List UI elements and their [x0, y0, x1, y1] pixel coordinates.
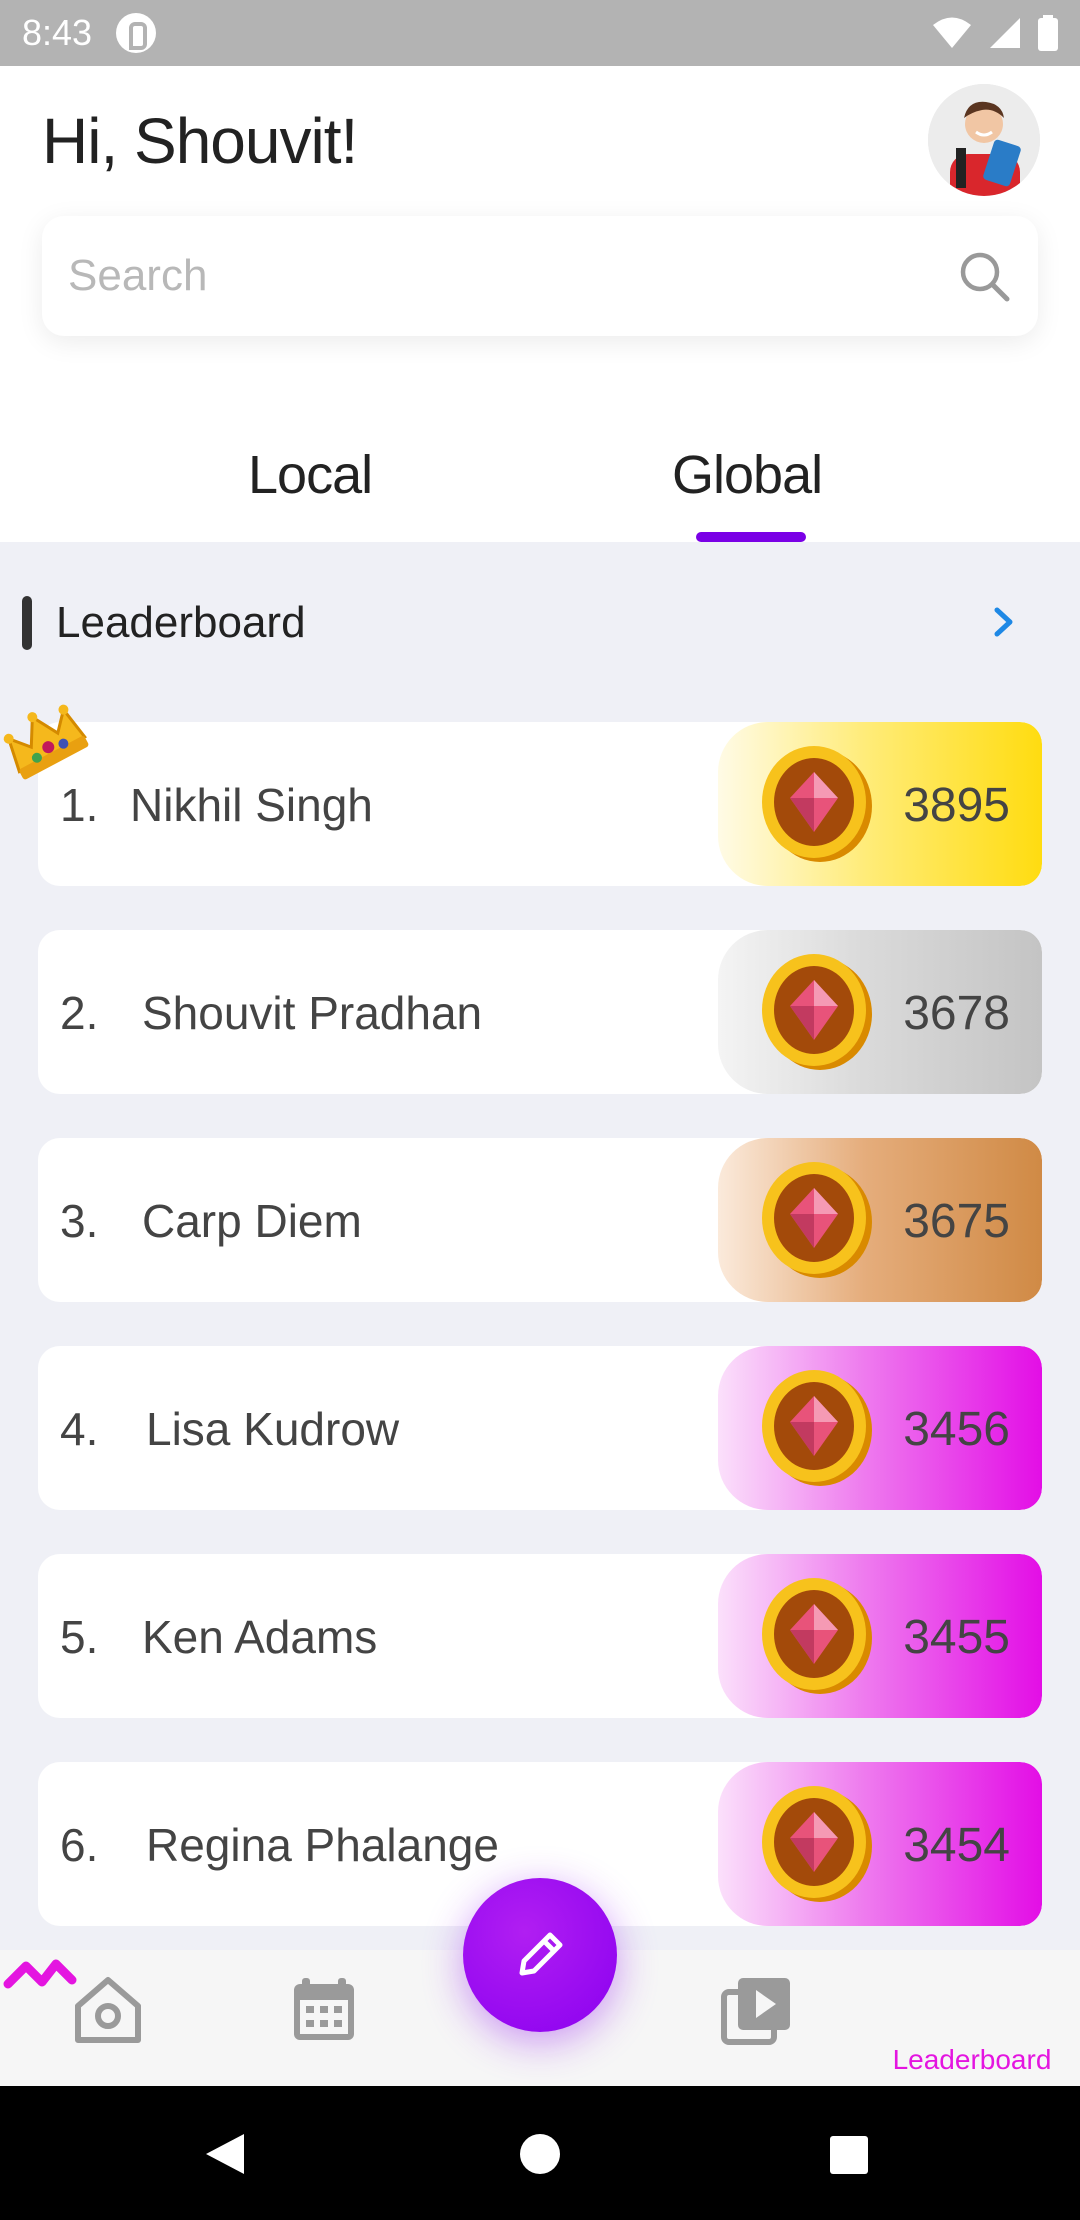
list-item[interactable]: 3. Carp Diem 3675 [38, 1138, 1042, 1302]
list-item[interactable]: 4. Lisa Kudrow 3456 [38, 1346, 1042, 1510]
header: Hi, Shouvit! [0, 66, 1080, 396]
player-name: Lisa Kudrow [146, 1403, 400, 1455]
home-button-icon[interactable] [520, 2134, 560, 2174]
edit-fab-button[interactable] [463, 1878, 617, 2032]
avatar-image [928, 84, 1040, 196]
score-badge: 3456 [718, 1346, 1042, 1510]
greeting-title: Hi, Shouvit! [42, 105, 358, 177]
score-value: 3675 [903, 1195, 1010, 1248]
back-icon[interactable] [202, 2130, 248, 2178]
tab-local[interactable]: Local [248, 444, 373, 506]
score-value: 3895 [903, 779, 1010, 832]
wifi-icon [933, 17, 971, 48]
rank-number: 5. [60, 1611, 99, 1663]
calendar-icon[interactable] [284, 1970, 364, 2050]
status-icons [932, 15, 1058, 51]
list-item[interactable]: 1. Nikhil Singh 3895 [38, 722, 1042, 886]
battery-icon [1038, 15, 1058, 51]
rank-number: 1. [60, 779, 99, 831]
player-name: Nikhil Singh [130, 779, 373, 831]
gem-coin-icon [762, 1162, 872, 1278]
score-value: 3678 [903, 987, 1010, 1040]
list-item[interactable]: 2. Shouvit Pradhan 3678 [38, 930, 1042, 1094]
search-icon[interactable] [956, 248, 1012, 304]
gem-coin-icon [762, 1578, 872, 1694]
tab-active-indicator [696, 532, 806, 542]
rank-number: 2. [60, 987, 99, 1039]
video-library-icon[interactable] [716, 1970, 796, 2050]
gem-coin-icon [762, 1370, 872, 1486]
rank-number: 3. [60, 1195, 99, 1247]
search-bar [42, 216, 1038, 336]
crown-icon [3, 704, 89, 780]
chevron-right-icon[interactable] [988, 600, 1022, 644]
signal-icon [990, 18, 1020, 48]
score-value: 3454 [903, 1819, 1010, 1872]
section-accent-bar [22, 596, 32, 650]
gem-coin-icon [762, 746, 872, 862]
section-title: Leaderboard [56, 598, 306, 647]
home-icon[interactable] [68, 1970, 148, 2050]
list-item[interactable]: 5. Ken Adams 3455 [38, 1554, 1042, 1718]
section-header: Leaderboard [0, 582, 1080, 662]
gem-coin-icon [762, 1786, 872, 1902]
score-badge: 3895 [718, 722, 1042, 886]
score-badge: 3454 [718, 1762, 1042, 1926]
search-input[interactable] [68, 246, 918, 306]
score-badge: 3455 [718, 1554, 1042, 1718]
score-value: 3455 [903, 1611, 1010, 1664]
player-name: Shouvit Pradhan [142, 987, 483, 1039]
tab-global[interactable]: Global [672, 444, 823, 506]
score-badge: 3675 [718, 1138, 1042, 1302]
rank-number: 4. [60, 1403, 99, 1455]
status-bar: 8:43 [0, 0, 1080, 66]
score-badge: 3678 [718, 930, 1042, 1094]
nav-label-leaderboard[interactable]: Leaderboard [884, 2044, 1060, 2076]
status-time: 8:43 [22, 12, 93, 53]
player-name: Regina Phalange [146, 1819, 499, 1871]
player-name: Ken Adams [142, 1611, 378, 1663]
pencil-icon [519, 1932, 563, 1976]
gem-coin-icon [762, 954, 872, 1070]
app-notification-icon [116, 13, 157, 53]
tab-bar: Local Global [0, 396, 1080, 542]
recents-icon[interactable] [830, 2136, 868, 2174]
avatar[interactable] [928, 84, 1040, 196]
player-name: Carp Diem [142, 1195, 362, 1247]
system-navigation-bar [0, 2086, 1080, 2220]
score-value: 3456 [903, 1403, 1010, 1456]
rank-number: 6. [60, 1819, 99, 1871]
